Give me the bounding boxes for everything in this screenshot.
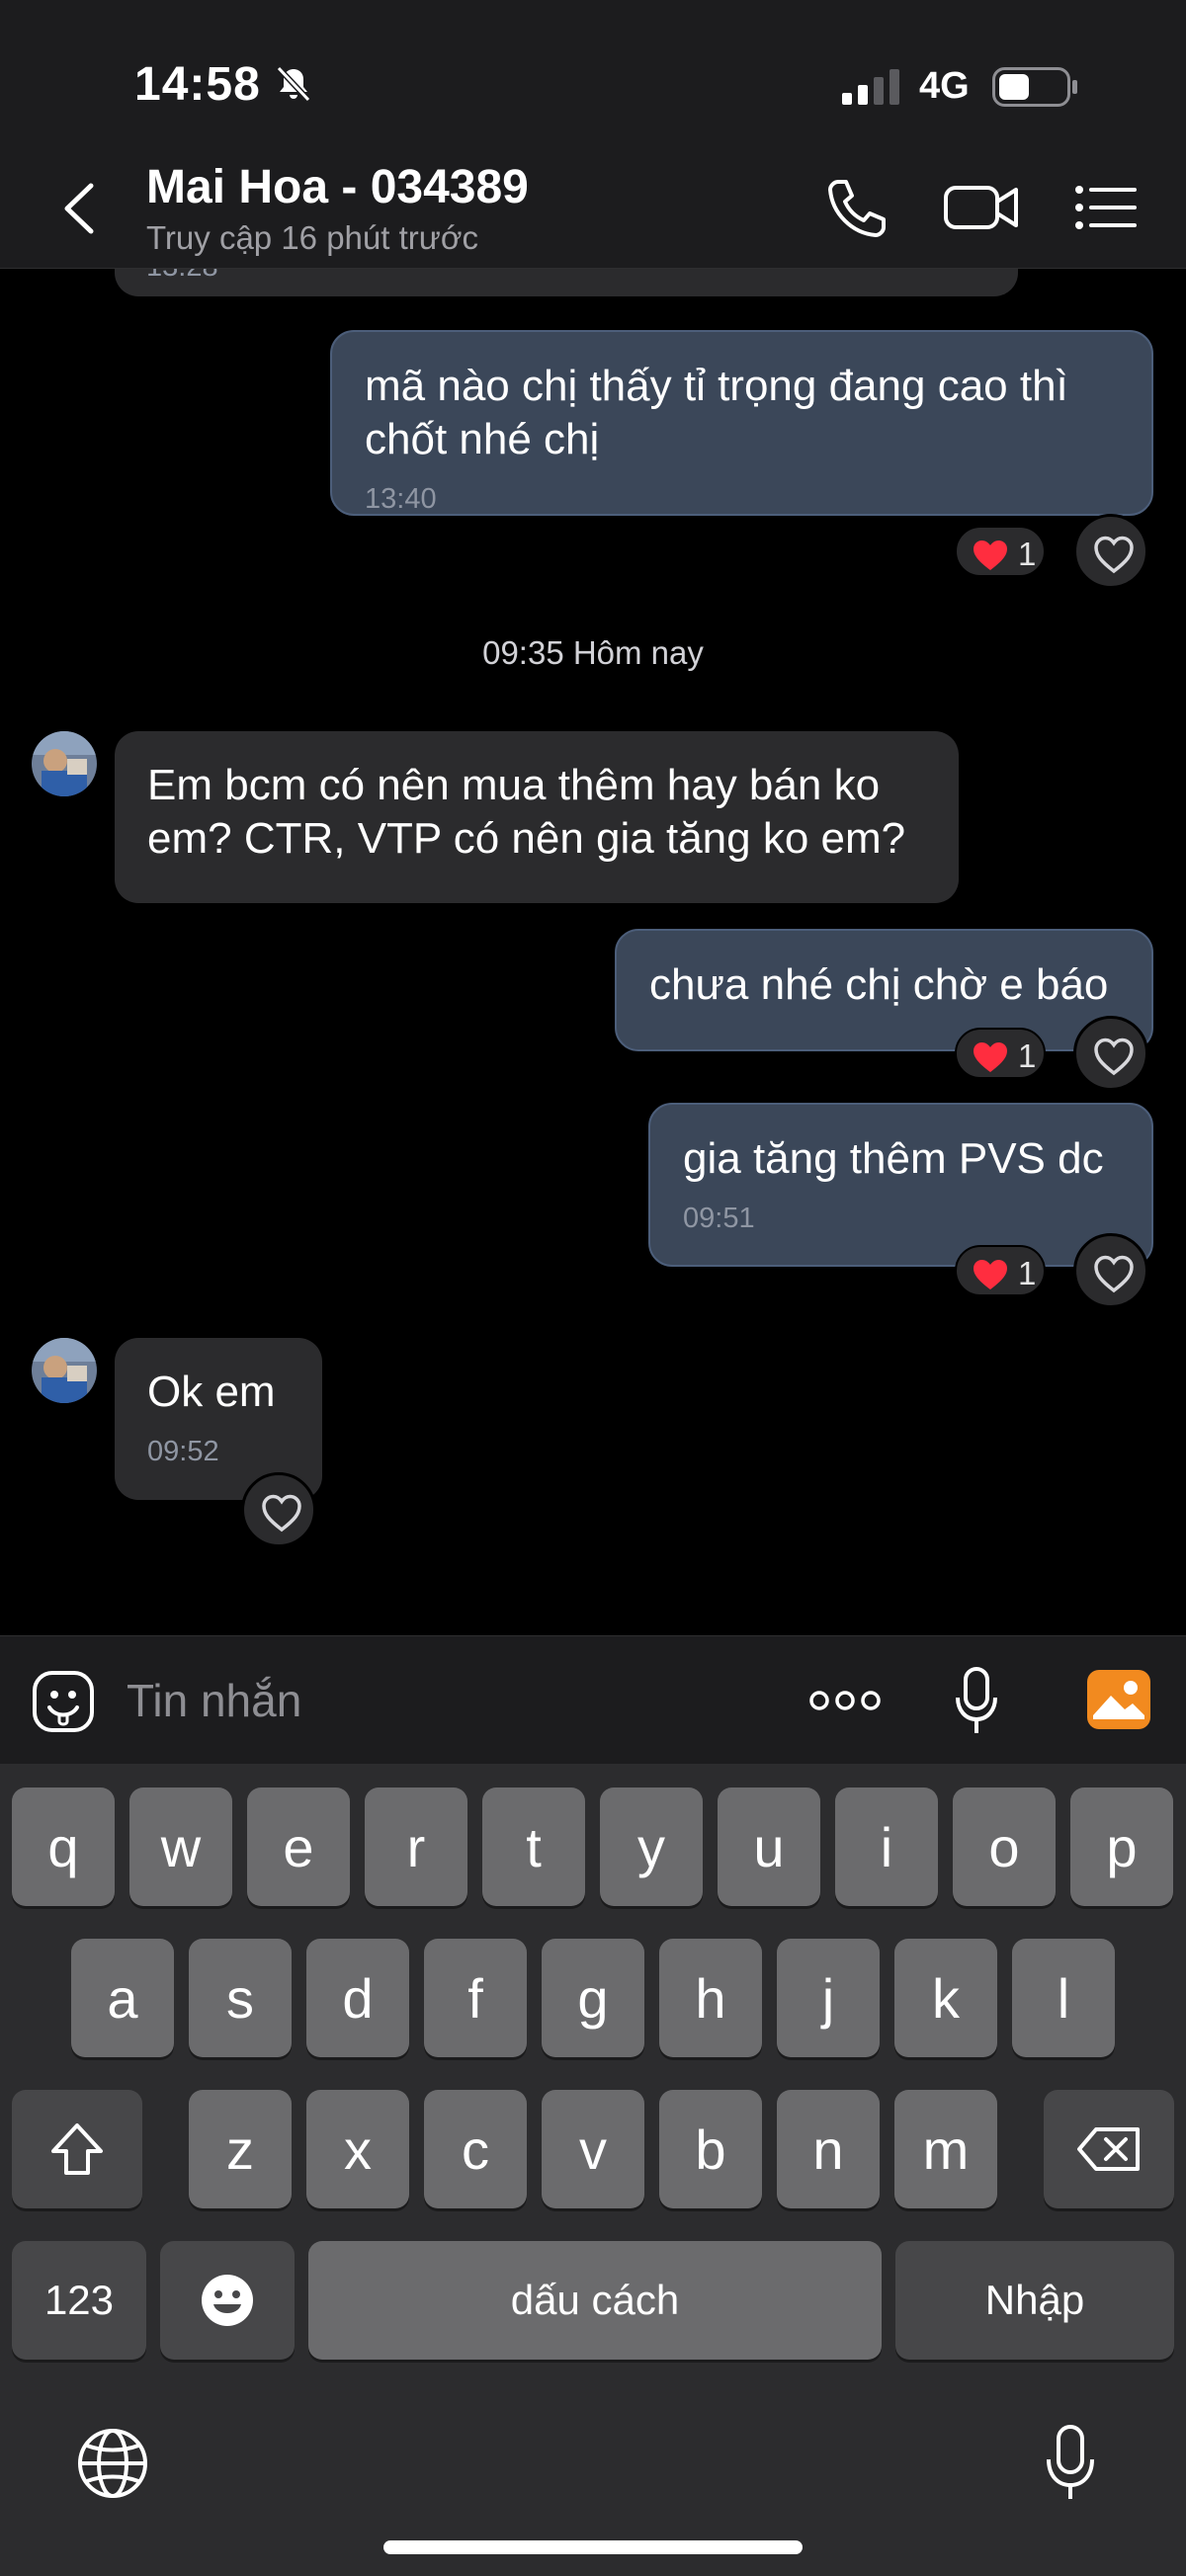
message-input[interactable] bbox=[127, 1664, 759, 1737]
avatar[interactable] bbox=[32, 1338, 97, 1403]
video-icon[interactable] bbox=[943, 176, 1020, 239]
key-g[interactable]: g bbox=[542, 1939, 644, 2057]
shift-key[interactable] bbox=[12, 2090, 142, 2208]
key-x[interactable]: x bbox=[306, 2090, 409, 2208]
message-time: 09:52 bbox=[147, 1436, 219, 1467]
backspace-key[interactable] bbox=[1044, 2090, 1174, 2208]
chat-header: Mai Hoa - 034389 Truy cập 16 phút trước bbox=[0, 148, 1186, 269]
message-line: chưa nhé chị chờ e báo bbox=[649, 960, 1109, 1009]
key-c[interactable]: c bbox=[424, 2090, 527, 2208]
emoji-key-icon bbox=[202, 2275, 253, 2326]
heart-outline-icon bbox=[1094, 1038, 1134, 1076]
heart-outline-icon bbox=[1094, 1255, 1134, 1293]
key-v[interactable]: v bbox=[542, 2090, 644, 2208]
key-w[interactable]: w bbox=[129, 1787, 232, 1906]
key-k[interactable]: k bbox=[894, 1939, 997, 2057]
message-composer bbox=[0, 1635, 1186, 1764]
globe-icon[interactable] bbox=[75, 2426, 150, 2501]
key-s[interactable]: s bbox=[189, 1939, 292, 2057]
message-bubble-partial[interactable]: 13:28 bbox=[115, 269, 1018, 296]
network-type: 4G bbox=[919, 65, 970, 107]
key-f[interactable]: f bbox=[424, 1939, 527, 2057]
more-icon[interactable] bbox=[808, 1686, 882, 1715]
message-time: 13:40 bbox=[365, 483, 437, 515]
menu-icon[interactable] bbox=[1073, 176, 1139, 239]
message-bubble-outgoing[interactable]: mã nào chị thấy tỉ trọng đang cao thì ch… bbox=[330, 330, 1153, 516]
key-t[interactable]: t bbox=[482, 1787, 585, 1906]
reaction-number: 1 bbox=[1018, 1038, 1037, 1074]
message-line: mã nào chị thấy tỉ trọng đang cao thì bbox=[365, 362, 1068, 410]
key-l[interactable]: l bbox=[1012, 1939, 1115, 2057]
like-button[interactable] bbox=[241, 1472, 316, 1547]
key-e[interactable]: e bbox=[247, 1787, 350, 1906]
key-y[interactable]: y bbox=[600, 1787, 703, 1906]
space-key[interactable]: dấu cách bbox=[308, 2241, 882, 2360]
message-bubble-outgoing[interactable]: gia tăng thêm PVS dc 09:51 bbox=[648, 1103, 1153, 1267]
numbers-key[interactable]: 123 bbox=[12, 2241, 146, 2360]
emoji-icon[interactable] bbox=[32, 1670, 95, 1733]
key-a[interactable]: a bbox=[71, 1939, 174, 2057]
key-z[interactable]: z bbox=[189, 2090, 292, 2208]
like-button[interactable] bbox=[1073, 514, 1148, 589]
last-seen-status: Truy cập 16 phút trước bbox=[146, 219, 478, 256]
key-q[interactable]: q bbox=[12, 1787, 115, 1906]
like-button[interactable] bbox=[1073, 1016, 1148, 1091]
key-i[interactable]: i bbox=[835, 1787, 938, 1906]
message-line: Em bcm có nên mua thêm hay bán ko bbox=[147, 761, 881, 809]
heart-reaction-icon bbox=[974, 540, 1007, 570]
bell-slash-icon bbox=[276, 65, 311, 103]
avatar-image bbox=[32, 731, 97, 796]
key-d[interactable]: d bbox=[306, 1939, 409, 2057]
message-line: em? CTR, VTP có nên gia tăng ko em? bbox=[147, 814, 906, 863]
enter-key[interactable]: Nhập bbox=[895, 2241, 1174, 2360]
date-divider: 09:35 Hôm nay bbox=[482, 634, 704, 671]
shift-icon bbox=[51, 2123, 103, 2175]
key-p[interactable]: p bbox=[1070, 1787, 1173, 1906]
message-time: 13:28 bbox=[146, 269, 218, 284]
key-b[interactable]: b bbox=[659, 2090, 762, 2208]
key-u[interactable]: u bbox=[718, 1787, 820, 1906]
chat-thread[interactable]: 13:28 mã nào chị thấy tỉ trọng đang cao … bbox=[0, 269, 1186, 1635]
back-icon[interactable] bbox=[55, 180, 103, 237]
dictation-icon[interactable] bbox=[1046, 2424, 1095, 2503]
avatar[interactable] bbox=[32, 731, 97, 796]
heart-reaction-icon bbox=[974, 1260, 1007, 1289]
status-time: 14:58 bbox=[134, 58, 261, 111]
reaction-count[interactable]: 1 bbox=[955, 1028, 1046, 1079]
reaction-number: 1 bbox=[1018, 1255, 1037, 1291]
key-o[interactable]: o bbox=[953, 1787, 1056, 1906]
key-n[interactable]: n bbox=[777, 2090, 880, 2208]
contact-name[interactable]: Mai Hoa - 034389 bbox=[146, 160, 529, 214]
reaction-number: 1 bbox=[1018, 536, 1037, 572]
home-indicator[interactable] bbox=[383, 2540, 803, 2554]
heart-reaction-icon bbox=[974, 1042, 1007, 1072]
message-bubble-incoming[interactable]: Em bcm có nên mua thêm hay bán ko em? CT… bbox=[115, 731, 959, 903]
key-m[interactable]: m bbox=[894, 2090, 997, 2208]
avatar-image bbox=[32, 1338, 97, 1403]
battery-icon bbox=[992, 67, 1077, 107]
key-r[interactable]: r bbox=[365, 1787, 467, 1906]
photo-icon[interactable] bbox=[1085, 1668, 1152, 1731]
message-line: gia tăng thêm PVS dc bbox=[683, 1134, 1104, 1183]
mic-icon[interactable] bbox=[955, 1666, 998, 1737]
backspace-icon bbox=[1077, 2127, 1140, 2171]
signal-icon bbox=[842, 69, 899, 105]
reaction-count[interactable]: 1 bbox=[955, 1245, 1046, 1296]
message-time: 09:51 bbox=[683, 1203, 755, 1234]
status-bar: 14:58 4G bbox=[0, 0, 1186, 148]
emoji-key[interactable] bbox=[160, 2241, 295, 2360]
key-j[interactable]: j bbox=[777, 1939, 880, 2057]
keyboard: q w e r t y u i o p a s d f g h j k l z … bbox=[0, 1764, 1186, 2576]
reaction-count[interactable]: 1 bbox=[955, 526, 1046, 577]
phone-icon[interactable] bbox=[820, 176, 890, 239]
heart-outline-icon bbox=[1094, 536, 1134, 574]
message-line: chốt nhé chị bbox=[365, 415, 600, 463]
heart-outline-icon bbox=[262, 1494, 301, 1533]
message-line: Ok em bbox=[147, 1368, 276, 1416]
key-h[interactable]: h bbox=[659, 1939, 762, 2057]
message-bubble-outgoing[interactable]: chưa nhé chị chờ e báo bbox=[615, 929, 1153, 1051]
like-button[interactable] bbox=[1073, 1233, 1148, 1308]
